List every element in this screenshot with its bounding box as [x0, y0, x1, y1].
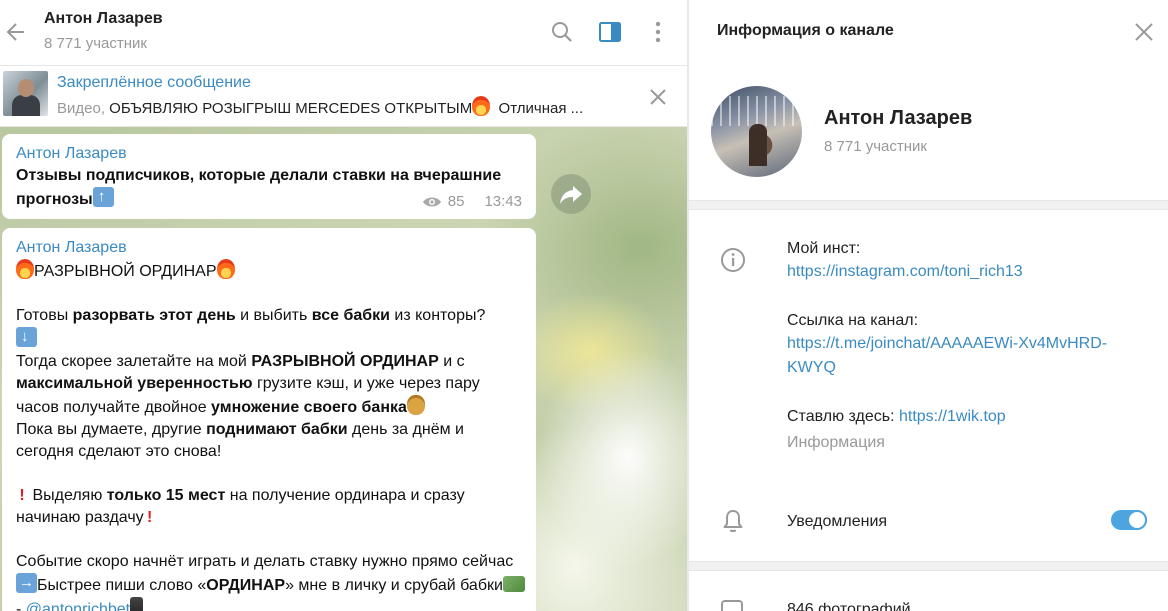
info-icon: [721, 248, 745, 272]
section-separator: [689, 200, 1168, 210]
forward-arrow-icon: [560, 186, 582, 204]
message-time: 13:43: [484, 193, 522, 210]
channel-link-line-1[interactable]: https://t.me/joinchat/AAAAAEWi-Xv4MvHRD-: [787, 332, 1107, 356]
exclamation-emoji-icon: !: [19, 487, 25, 504]
message-text: РАЗРЫВНОЙ ОРДИНАР Готовы разорвать этот …: [16, 259, 526, 611]
fire-icon: [472, 96, 491, 116]
pinned-title: Закреплённое сообщение: [57, 74, 251, 91]
more-options-icon[interactable]: [646, 20, 670, 44]
username-link[interactable]: @antonrichbet: [26, 601, 130, 611]
phone-emoji-icon: [130, 597, 144, 611]
fire-icon: [16, 259, 34, 279]
message-author[interactable]: Антон Лазарев: [16, 145, 127, 163]
right-arrow-emoji-icon: [16, 572, 37, 594]
exclamation-emoji-icon: !: [146, 509, 153, 526]
channel-link[interactable]: https://t.me/joinchat/AAAAAEWi-Xv4MvHRD-…: [787, 332, 1107, 380]
message-author[interactable]: Антон Лазарев: [16, 239, 127, 257]
chat-header: Антон Лазарев 8 771 участник: [0, 0, 687, 66]
channel-link-line-2[interactable]: KWYQ: [787, 356, 1107, 380]
bet-row: Ставлю здесь: https://1wik.top: [787, 408, 1006, 426]
close-pinned-icon[interactable]: [647, 86, 669, 108]
paragraph-2: Тогда скорее залетайте на мой РАЗРЫВНОЙ …: [16, 353, 480, 416]
photo-icon: [721, 600, 743, 611]
photos-count[interactable]: 846 фотографий: [787, 601, 911, 611]
chat-title[interactable]: Антон Лазарев: [44, 10, 163, 28]
paragraph-5: Событие скоро начнёт играть и делать ста…: [16, 551, 526, 611]
down-arrow-emoji-icon: [16, 326, 37, 348]
pinned-preview: Видео, ОБЪЯВЛЯЮ РОЗЫГРЫШ MERCEDES ОТКРЫТ…: [57, 96, 617, 117]
money-emoji-icon: [502, 576, 525, 592]
message-bubble[interactable]: Антон Лазарев Отзывы подписчиков, которы…: [2, 134, 536, 219]
views-eye-icon: [422, 197, 441, 206]
views-count: 85: [447, 193, 465, 210]
channel-link-label: Ссылка на канал:: [787, 312, 919, 329]
pinned-kind: Видео,: [57, 100, 105, 117]
channel-avatar[interactable]: [711, 86, 802, 177]
message-heading: РАЗРЫВНОЙ ОРДИНАР: [16, 259, 526, 283]
pinned-message-bar[interactable]: Закреплённое сообщение Видео, ОБЪЯВЛЯЮ Р…: [0, 66, 687, 127]
chat-area: Антон Лазарев 8 771 участник Закреплённо…: [0, 0, 687, 611]
forward-button[interactable]: [551, 174, 591, 214]
notifications-label: Уведомления: [787, 513, 888, 530]
search-icon[interactable]: [550, 20, 574, 44]
message-bubble[interactable]: Антон Лазарев РАЗРЫВНОЙ ОРДИНАР Готовы р…: [2, 228, 536, 611]
sidebar-toggle-icon[interactable]: [598, 20, 622, 44]
chat-member-count: 8 771 участник: [44, 35, 147, 52]
heading-text: РАЗРЫВНОЙ ОРДИНАР: [34, 263, 217, 280]
money-bag-emoji-icon: [406, 395, 425, 415]
notifications-toggle[interactable]: [1111, 510, 1147, 530]
bell-icon: [723, 510, 743, 533]
section-separator: [689, 561, 1168, 571]
bet-link[interactable]: https://1wik.top: [899, 408, 1006, 425]
panel-title: Информация о канале: [717, 22, 894, 39]
bet-label: Ставлю здесь:: [787, 408, 899, 425]
channel-info-panel: Информация о канале Антон Лазарев 8 771 …: [689, 0, 1168, 611]
info-caption: Информация: [787, 434, 885, 451]
pinned-tail: Отличная ...: [498, 100, 584, 117]
insta-link[interactable]: https://instagram.com/toni_rich13: [787, 260, 1023, 284]
up-arrow-emoji-icon: [92, 186, 114, 208]
back-arrow-icon[interactable]: [4, 18, 28, 46]
fire-icon: [216, 259, 235, 279]
paragraph-4: ! Выделяю только 15 мест на получение ор…: [16, 485, 526, 529]
pinned-thumbnail: [3, 71, 48, 116]
channel-name: Антон Лазарев: [824, 107, 973, 129]
message-meta: 85 13:43: [422, 193, 522, 210]
paragraph-1: Готовы разорвать этот день и выбить все …: [16, 305, 526, 351]
insta-label: Мой инст:: [787, 240, 861, 257]
close-icon[interactable]: [1132, 20, 1156, 44]
paragraph-3: Пока вы думаете, другие поднимают бабки …: [16, 421, 464, 460]
pinned-text: ОБЪЯВЛЯЮ РОЗЫГРЫШ MERCEDES ОТКРЫТЫМ: [109, 100, 473, 117]
channel-member-count: 8 771 участник: [824, 138, 927, 155]
